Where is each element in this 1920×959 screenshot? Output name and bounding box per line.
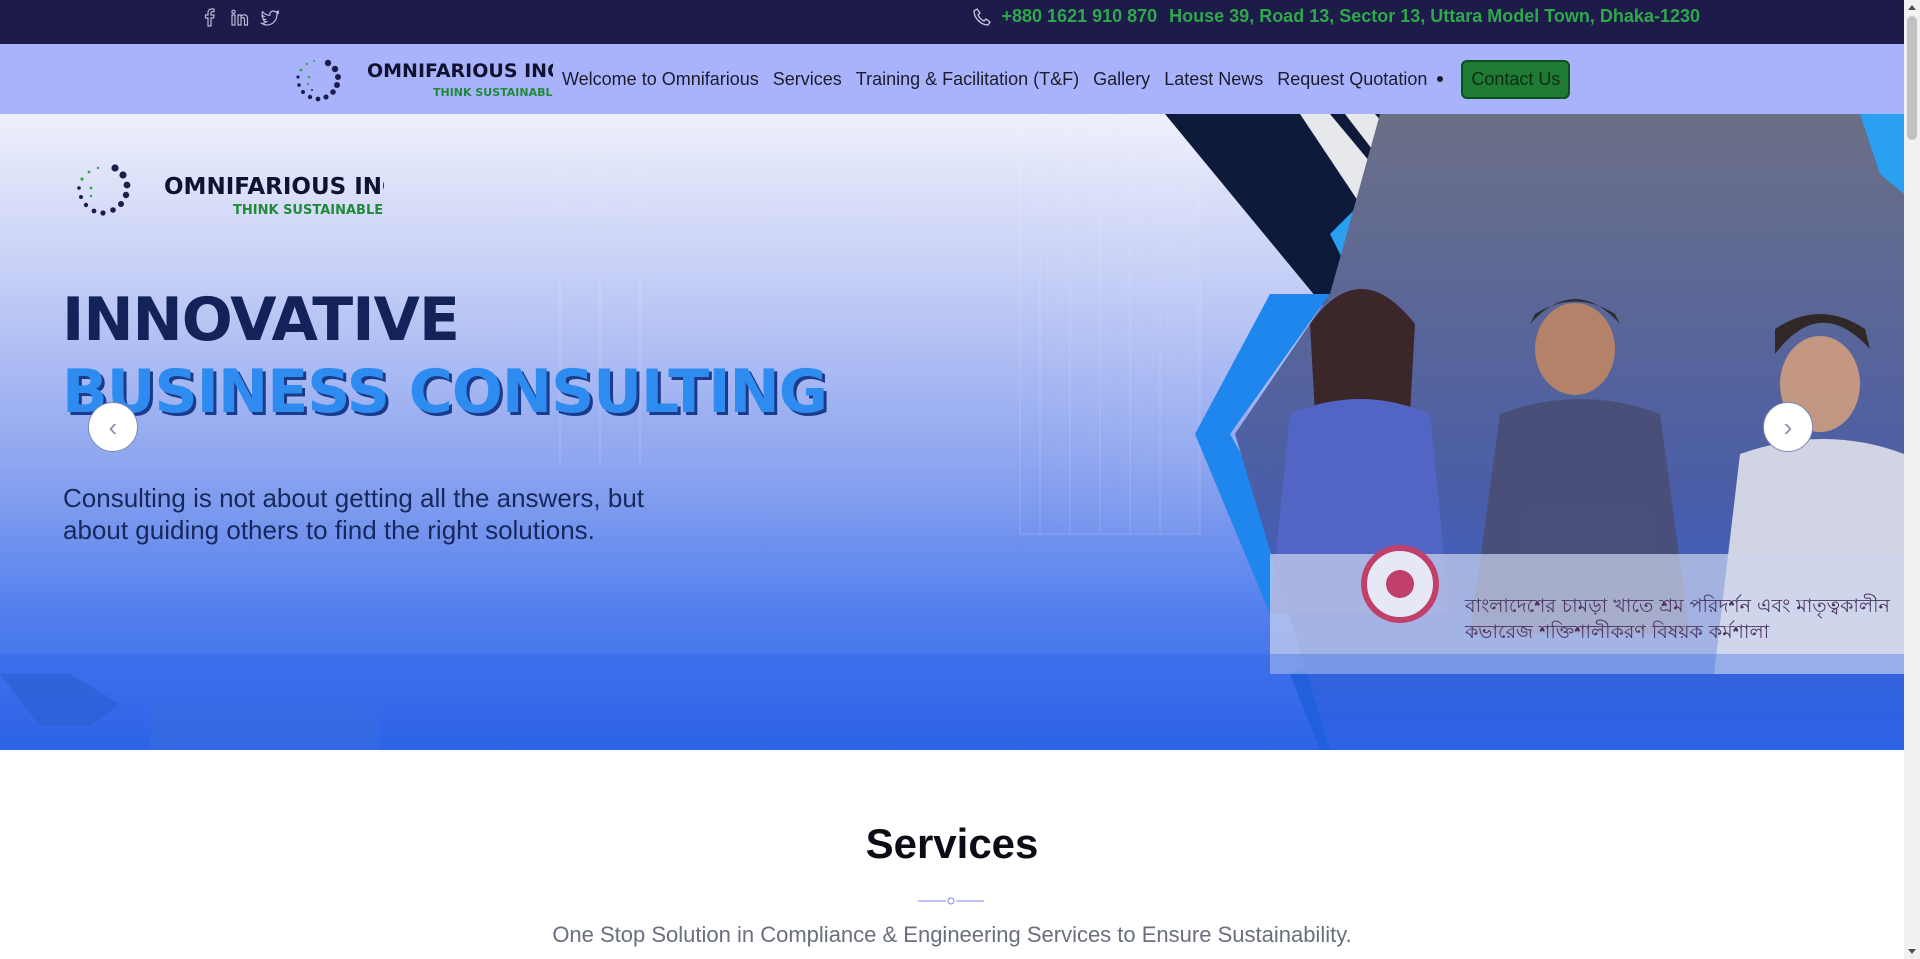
section-divider xyxy=(918,897,984,905)
scroll-down-arrow-icon[interactable] xyxy=(1904,943,1920,959)
twitter-icon[interactable] xyxy=(259,8,280,28)
page-scrollbar[interactable] xyxy=(1904,0,1920,959)
nav-item-training[interactable]: Training & Facilitation (T&F) xyxy=(856,69,1079,90)
page: +880 1621 910 870 House 39, Road 13, Sec… xyxy=(0,0,1904,959)
prev-slide-button[interactable]: ‹ xyxy=(88,402,138,452)
banner-line-2: কভারেজ শক্তিশালীকরণ বিষয়ক কর্মশালা xyxy=(1464,620,1770,643)
nav-bar: OMNIFARIOUS INC. THINK SUSTAINABLE Welco… xyxy=(0,44,1904,114)
social-links xyxy=(200,8,280,28)
services-subtitle: One Stop Solution in Compliance & Engine… xyxy=(552,922,1352,947)
phone-number[interactable]: +880 1621 910 870 xyxy=(1002,6,1158,27)
services-title: Services xyxy=(865,820,1039,867)
hero-title-line-1: INNOVATIVE xyxy=(62,285,460,355)
logo-mark-icon xyxy=(296,59,341,102)
hero-logo: OMNIFARIOUS INC. THINK SUSTAINABLE xyxy=(64,158,408,230)
facebook-icon[interactable] xyxy=(200,8,220,28)
contact-us-button[interactable]: Contact Us xyxy=(1461,59,1571,99)
hero-title-line-2: BUSINESS CONSULTING xyxy=(62,357,828,427)
nav-item-welcome[interactable]: Welcome to Omnifarious xyxy=(562,69,759,90)
next-slide-button[interactable]: › xyxy=(1763,402,1813,452)
logo-tagline: THINK SUSTAINABLE xyxy=(433,86,553,99)
hero-logo-mark-icon xyxy=(77,164,131,216)
hero-logo-name: OMNIFARIOUS INC. xyxy=(164,174,384,200)
contact-info: +880 1621 910 870 House 39, Road 13, Sec… xyxy=(972,6,1700,27)
phone-icon xyxy=(972,7,992,27)
scroll-up-arrow-icon[interactable] xyxy=(1904,0,1920,16)
scroll-thumb[interactable] xyxy=(1907,16,1917,140)
top-bar: +880 1621 910 870 House 39, Road 13, Sec… xyxy=(0,0,1904,44)
nav-item-gallery[interactable]: Gallery xyxy=(1093,69,1150,90)
hero-logo-tagline: THINK SUSTAINABLE xyxy=(233,203,383,218)
chevron-left-icon: ‹ xyxy=(108,411,118,442)
linkedin-icon[interactable] xyxy=(230,8,250,28)
nav-links: Welcome to Omnifarious Services Training… xyxy=(562,44,1571,114)
hero-slider: বাংলাদেশের চামড়া খাতে শ্রম পরিদর্শন এবং… xyxy=(0,114,1904,750)
nav-item-services[interactable]: Services xyxy=(773,69,842,90)
dropdown-dot-icon xyxy=(1437,76,1444,82)
banner-line-1: বাংলাদেশের চামড়া খাতে শ্রম পরিদর্শন এবং… xyxy=(1464,594,1891,618)
address: House 39, Road 13, Sector 13, Uttara Mod… xyxy=(1169,6,1700,26)
logo-name: OMNIFARIOUS INC. xyxy=(367,60,553,82)
nav-item-latest-news[interactable]: Latest News xyxy=(1164,69,1263,90)
nav-item-request-quotation[interactable]: Request Quotation xyxy=(1277,69,1427,90)
nav-logo[interactable]: OMNIFARIOUS INC. THINK SUSTAINABLE xyxy=(283,51,568,107)
chevron-right-icon: › xyxy=(1783,411,1793,442)
hero-text: Consulting is not about getting all the … xyxy=(63,483,645,545)
